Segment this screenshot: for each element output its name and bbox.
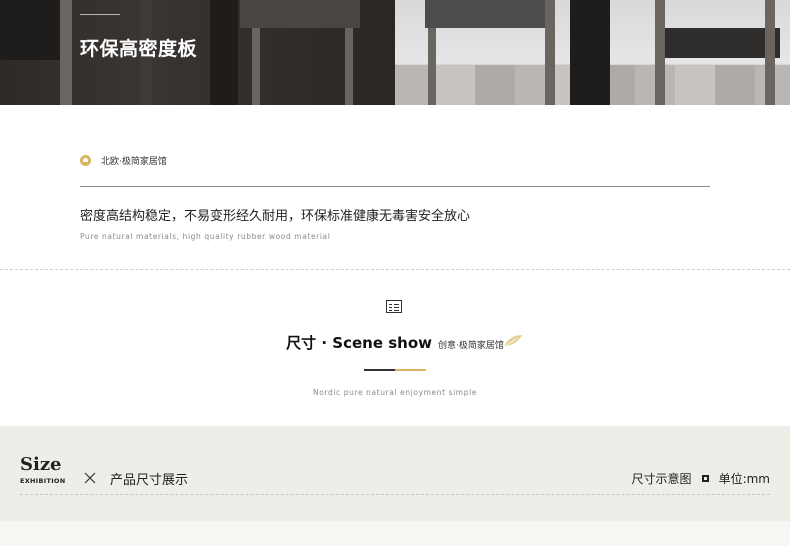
chair-leg [655,0,665,105]
hero-divider [80,14,120,15]
scene-title: 尺寸 · Scene show 创意·极简家居馆 [0,332,790,353]
chair-seat-right [425,0,555,28]
scene-subtitle-en: Nordic pure natural enjoyment simple [313,388,477,397]
intro-description-en: Pure natural materials, high quality rub… [80,232,331,241]
size-logo-sub: EXHIBITION [20,477,66,485]
title-underline [364,369,395,371]
size-logo: Size [20,454,62,475]
size-divider [20,494,770,495]
brand-label: 北欧·极简家居馆 [101,157,167,167]
table-leg [570,0,610,105]
content-area-start [0,521,790,546]
intro-divider [80,186,710,187]
chair-seat-far-right [665,28,780,58]
list-icon [386,300,402,313]
chair-leg [60,0,72,105]
size-meta: 尺寸示意图 单位:mm [632,470,770,487]
title-underline-accent [395,369,426,371]
square-bullet-icon [701,475,709,482]
size-title: 产品尺寸展示 [110,473,189,488]
hero-banner: 环保高密度板 [0,0,790,105]
table-leg [210,0,238,105]
leaf-icon [503,335,522,348]
unit-label: 单位:mm [718,472,770,486]
chair-leg [428,28,436,105]
diagram-label: 尺寸示意图 [631,472,692,486]
chair-leg [252,28,260,105]
chair-leg [345,28,353,105]
cross-icon [84,472,96,484]
intro-section: 北欧·极简家居馆 密度高结构稳定，不易变形经久耐用，环保标准健康无毒害安全放心 … [0,105,790,270]
size-header-band: Size EXHIBITION 产品尺寸展示 尺寸示意图 单位:mm [0,426,790,521]
scene-title-main: 尺寸 · Scene show [286,334,432,352]
intro-description: 密度高结构稳定，不易变形经久耐用，环保标准健康无毒害安全放心 [80,209,471,224]
scene-section: 尺寸 · Scene show 创意·极简家居馆 Nordic pure natu… [0,270,790,426]
chair-leg [545,0,555,105]
scene-title-sub: 创意·极简家居馆 [437,341,504,351]
hero-photo-left [0,0,395,105]
chair-leg [765,0,775,105]
hero-title: 环保高密度板 [80,38,198,60]
brand-icon [80,155,91,166]
chair-back [240,0,360,28]
